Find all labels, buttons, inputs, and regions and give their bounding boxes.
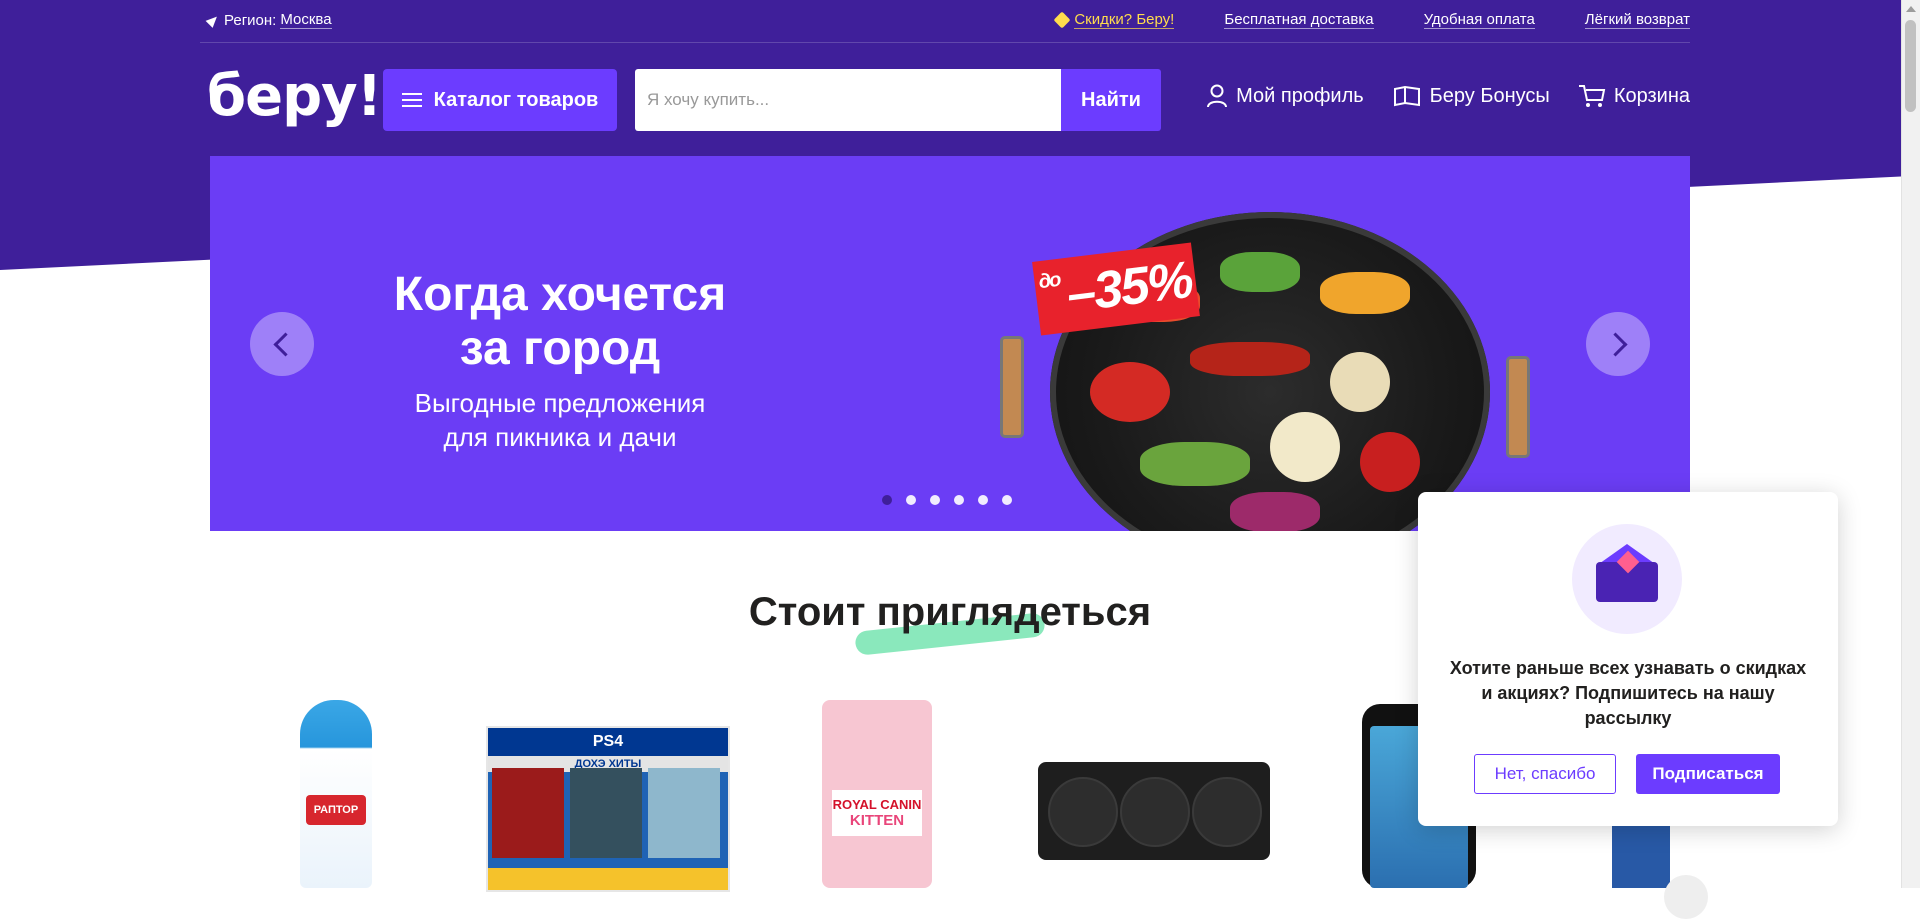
free-delivery-link[interactable]: Бесплатная доставка <box>1224 11 1374 29</box>
banner-prev-button[interactable] <box>250 312 314 376</box>
bonuses-label: Беру Бонусы <box>1429 84 1550 107</box>
scrollbar[interactable] <box>1901 0 1920 888</box>
ps4-brand: PS4 <box>592 733 624 750</box>
royal-canin-logo: ROYAL CANIN KITTEN <box>832 790 922 836</box>
banner-dot[interactable] <box>978 495 988 505</box>
promo-banner[interactable]: Когда хочется за город Выгодные предложе… <box>210 156 1690 531</box>
subscribe-button[interactable]: Подписаться <box>1636 754 1780 794</box>
product-royal-canin[interactable]: ROYAL CANIN KITTEN <box>822 700 932 888</box>
banner-subtitle-line2: для пикника и дачи <box>443 422 677 452</box>
discount-value: –35% <box>1063 250 1195 324</box>
popup-text: Хотите раньше всех узнавать о скидках и … <box>1449 658 1807 728</box>
location-arrow-icon <box>205 12 221 28</box>
profile-link[interactable]: Мой профиль <box>1206 84 1364 108</box>
menu-icon <box>401 93 422 107</box>
region-value[interactable]: Москва <box>280 11 332 29</box>
banner-title: Когда хочется за город <box>350 268 770 376</box>
banner-dot[interactable] <box>954 495 964 505</box>
product-ps4-bundle[interactable]: PS4 ДОХЭ ХИТЫ <box>486 726 730 892</box>
logo[interactable]: беру! <box>207 64 382 129</box>
return-link[interactable]: Лёгкий возврат <box>1584 11 1690 29</box>
bonus-card-icon <box>1393 85 1420 107</box>
ps4-logo: PS4 <box>488 728 728 756</box>
discount-prefix: до <box>1037 268 1061 294</box>
decline-button[interactable]: Нет, спасибо <box>1474 754 1616 794</box>
top-bar: Регион: Москва Скидки? Беру! Бесплатная … <box>200 0 1690 43</box>
product-brand-label: РАПТОР <box>306 795 366 825</box>
scroll-up-icon[interactable] <box>1906 6 1916 12</box>
grill-handle-left <box>1000 336 1024 438</box>
search-button[interactable]: Найти <box>1061 69 1161 131</box>
royal-variant: KITTEN <box>849 812 905 829</box>
grill-handle-right <box>1506 356 1530 458</box>
banner-dot[interactable] <box>906 495 916 505</box>
banner-next-button[interactable] <box>1586 312 1650 376</box>
banner-subtitle-line1: Выгодные предложения <box>414 388 706 418</box>
region-label: Регион: <box>224 11 277 29</box>
scrollbar-thumb[interactable] <box>1905 20 1916 112</box>
profile-label: Мой профиль <box>1236 84 1364 107</box>
subscribe-popup: Хотите раньше всех узнавать о скидках и … <box>1418 492 1838 826</box>
catalog-button[interactable]: Каталог товаров <box>383 69 617 131</box>
promo-link[interactable]: Скидки? Беру! <box>1053 11 1175 29</box>
cart-link[interactable]: Корзина <box>1578 84 1690 108</box>
header-links: Мой профиль Беру Бонусы Корзина <box>1206 84 1690 108</box>
catalog-button-label: Каталог товаров <box>433 88 599 111</box>
tag-icon <box>1053 11 1071 29</box>
search-input[interactable] <box>635 69 1061 131</box>
banner-dot[interactable] <box>1002 495 1012 505</box>
product-graphics-card[interactable] <box>1038 762 1270 860</box>
search-bar: Найти <box>635 69 1161 131</box>
chevron-left-icon <box>272 331 298 357</box>
main-header: беру! Каталог товаров Найти Мой профиль … <box>0 42 1920 152</box>
product-item[interactable] <box>1612 820 1670 888</box>
cart-label: Корзина <box>1613 84 1690 107</box>
promo-label[interactable]: Скидки? Беру! <box>1074 11 1175 29</box>
user-icon <box>1207 84 1228 108</box>
bonuses-link[interactable]: Беру Бонусы <box>1392 84 1550 108</box>
cart-icon <box>1578 85 1606 107</box>
region-selector[interactable]: Регион: Москва <box>205 11 332 29</box>
carousel-next-button[interactable] <box>1664 875 1708 919</box>
banner-title-line2: за город <box>459 322 661 375</box>
banner-dot[interactable] <box>930 495 940 505</box>
banner-title-line1: Когда хочется <box>393 268 727 321</box>
product-raptor-spray[interactable]: РАПТОР <box>300 700 372 888</box>
banner-subtitle: Выгодные предложения для пикника и дачи <box>350 386 770 454</box>
royal-brand: ROYAL CANIN <box>832 797 922 812</box>
mail-illustration <box>1572 524 1682 634</box>
banner-dot[interactable] <box>882 495 892 505</box>
chevron-right-icon <box>1602 331 1628 357</box>
banner-pagination <box>882 495 1012 505</box>
payment-link[interactable]: Удобная оплата <box>1423 11 1535 29</box>
section-title-text: Стоит приглядеться <box>748 590 1152 634</box>
